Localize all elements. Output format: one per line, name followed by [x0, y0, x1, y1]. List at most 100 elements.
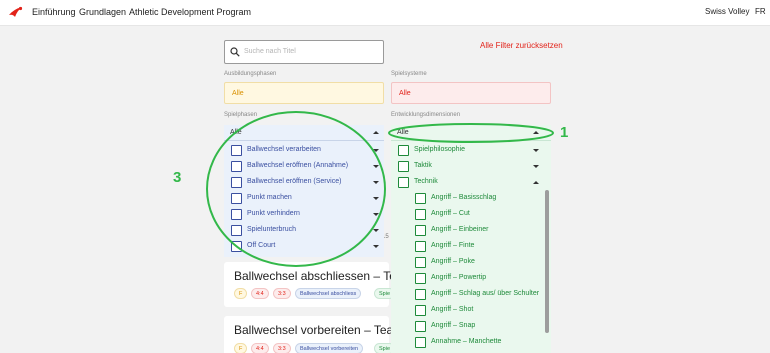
checkbox[interactable] [415, 225, 426, 236]
chevron-down-icon[interactable] [373, 229, 379, 232]
chevron-down-icon[interactable] [373, 149, 379, 152]
spielphasen-option[interactable]: Spielunterbruch [231, 225, 381, 241]
option-label: Ballwechsel verarbeiten [247, 146, 321, 153]
nav-link-grundlagen[interactable]: Grundlagen [79, 7, 126, 17]
spielphasen-option[interactable]: Punkt machen [231, 193, 381, 209]
annotation-number-3: 3 [173, 169, 182, 186]
search-input[interactable]: Suche nach Titel [224, 40, 384, 64]
ausbildungsphasen-value: Alle [232, 90, 244, 97]
chevron-down-icon[interactable] [373, 165, 379, 168]
option-label: Off Court [247, 242, 276, 249]
dimension-option[interactable]: Spielphilosophie [398, 145, 548, 161]
spielphasen-select[interactable]: Alle [224, 125, 384, 141]
spielsysteme-value: Alle [399, 90, 411, 97]
chevron-down-icon[interactable] [373, 181, 379, 184]
language-switch-fr[interactable]: FR [755, 7, 766, 16]
entwicklungsdimensionen-select[interactable]: Alle [391, 125, 551, 141]
checkbox[interactable] [398, 177, 409, 188]
option-label: Spielphilosophie [414, 146, 465, 153]
tag-spielsystem: 3:3 [273, 343, 291, 353]
technik-sub-option[interactable]: Angriff – Poke [415, 257, 545, 273]
spielphasen-label: Spielphasen [224, 112, 258, 118]
dropdown-scrollbar[interactable] [545, 190, 549, 333]
checkbox[interactable] [415, 241, 426, 252]
option-label: Annahme – Manchette [431, 338, 502, 345]
option-label: Punkt verhindern [247, 210, 300, 217]
spielphasen-option[interactable]: Ballwechsel verarbeiten [231, 145, 381, 161]
caret-up-icon[interactable] [533, 131, 539, 134]
result-card[interactable]: Ballwechsel vorbereiten – Team & F 4:4 3… [224, 316, 415, 353]
option-label: Ballwechsel eröffnen (Annahme) [247, 162, 349, 169]
option-label: Punkt machen [247, 194, 292, 201]
checkbox[interactable] [415, 257, 426, 268]
technik-sub-option[interactable]: Angriff – Snap [415, 321, 545, 337]
technik-sub-option[interactable]: Angriff – Basisschlag [415, 193, 545, 209]
spielphasen-option[interactable]: Off Court [231, 241, 381, 257]
technik-sub-option[interactable]: Angriff – Schlag aus/ über Schulter [415, 289, 545, 305]
option-label: Taktik [414, 162, 432, 169]
checkbox[interactable] [231, 209, 242, 220]
checkbox[interactable] [415, 289, 426, 300]
checkbox[interactable] [415, 337, 426, 348]
tag-spielsystem: 4:4 [251, 343, 269, 353]
ausbildungsphasen-label: Ausbildungsphasen [224, 71, 277, 77]
spielphasen-option[interactable]: Ballwechsel eröffnen (Service) [231, 177, 381, 193]
checkbox[interactable] [398, 145, 409, 156]
checkbox[interactable] [415, 305, 426, 316]
technik-sub-option[interactable]: Angriff – Einbeiner [415, 225, 545, 241]
spielphasen-option[interactable]: Ballwechsel eröffnen (Annahme) [231, 161, 381, 177]
chevron-down-icon[interactable] [373, 245, 379, 248]
chevron-down-icon[interactable] [533, 165, 539, 168]
entwicklungsdimensionen-value: Alle [397, 129, 409, 136]
entwicklungsdimensionen-label: Entwicklungsdimensionen [391, 112, 461, 118]
option-label: Angriff – Poke [431, 258, 475, 265]
annotation-number-1: 1 [560, 124, 569, 141]
option-label: Ballwechsel eröffnen (Service) [247, 178, 342, 185]
spielphasen-value: Alle [230, 129, 242, 136]
spielsysteme-label: Spielsysteme [391, 71, 427, 77]
checkbox[interactable] [231, 161, 242, 172]
tag-ausbildungsphase: F [234, 288, 248, 299]
tag-spielphase: Ballwechsel abschliess [295, 288, 362, 299]
technik-sub-option[interactable]: Annahme – Manchette [415, 337, 545, 353]
ausbildungsphasen-select[interactable]: Alle [224, 82, 384, 104]
chevron-down-icon[interactable] [373, 197, 379, 200]
checkbox[interactable] [415, 209, 426, 220]
technik-sub-option[interactable]: Angriff – Cut [415, 209, 545, 225]
option-label: Technik [414, 178, 438, 185]
checkbox[interactable] [231, 145, 242, 156]
dimension-option[interactable]: Taktik [398, 161, 548, 177]
nav-link-athletic-development-program[interactable]: Athletic Development Program [129, 7, 251, 17]
technik-sub-option[interactable]: Angriff – Powertip [415, 273, 545, 289]
card-title[interactable]: Ballwechsel vorbereiten – Team & [234, 323, 415, 337]
option-label: Angriff – Cut [431, 210, 470, 217]
spielphasen-option[interactable]: Punkt verhindern [231, 209, 381, 225]
entwicklungsdimensionen-dropdown: Alle Spielphilosophie Taktik Technik Ang… [391, 125, 551, 353]
result-card[interactable]: Ballwechsel abschliessen – Team & F 4:4 … [224, 262, 424, 307]
caret-up-icon[interactable] [373, 131, 379, 134]
reset-filters-link[interactable]: Alle Filter zurücksetzen [480, 41, 563, 50]
search-placeholder: Suche nach Titel [244, 48, 296, 55]
checkbox[interactable] [415, 321, 426, 332]
technik-sub-option[interactable]: Angriff – Shot [415, 305, 545, 321]
checkbox[interactable] [415, 193, 426, 204]
chevron-up-icon[interactable] [533, 181, 539, 184]
chevron-down-icon[interactable] [533, 149, 539, 152]
checkbox[interactable] [398, 161, 409, 172]
checkbox[interactable] [415, 273, 426, 284]
search-icon [230, 47, 240, 57]
option-label: Spielunterbruch [247, 226, 297, 233]
nav-link-einfuehrung[interactable]: Einführung [32, 7, 76, 17]
dimension-option[interactable]: Technik [398, 177, 548, 193]
chevron-down-icon[interactable] [373, 213, 379, 216]
swiss-volley-logo-icon[interactable] [8, 5, 24, 19]
technik-sub-option[interactable]: Angriff – Finte [415, 241, 545, 257]
checkbox[interactable] [231, 177, 242, 188]
spielsysteme-select[interactable]: Alle [391, 82, 551, 104]
checkbox[interactable] [231, 193, 242, 204]
nav-link-swiss-volley[interactable]: Swiss Volley [705, 7, 749, 16]
tag-ausbildungsphase: F [234, 343, 248, 353]
checkbox[interactable] [231, 241, 242, 252]
option-label: Angriff – Basisschlag [431, 194, 497, 201]
checkbox[interactable] [231, 225, 242, 236]
